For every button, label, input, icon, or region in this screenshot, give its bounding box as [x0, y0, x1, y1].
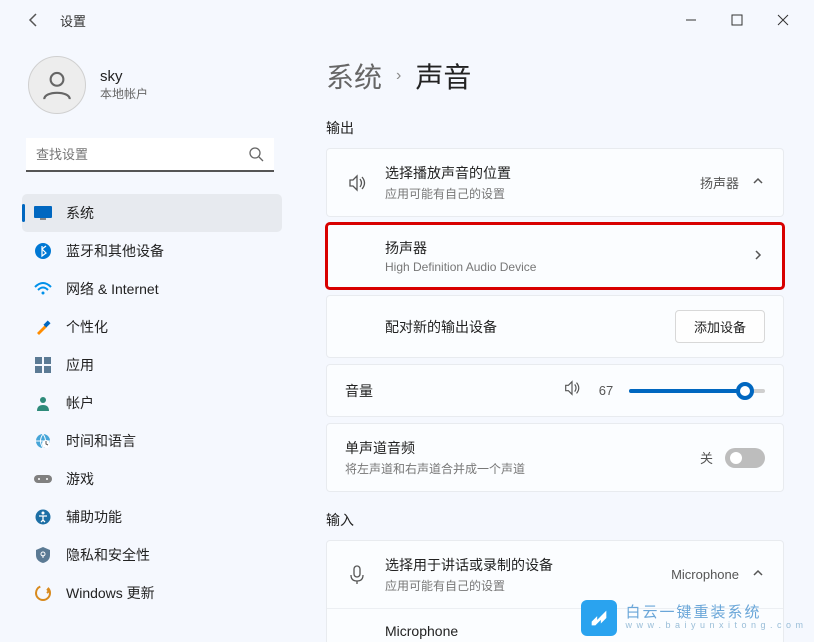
nav-personalization[interactable]: 个性化: [22, 308, 282, 346]
gamepad-icon: [34, 470, 52, 488]
app-title: 设置: [60, 11, 86, 30]
card-sub: 将左声道和右声道合并成一个声道: [345, 460, 684, 477]
accessibility-icon: [34, 508, 52, 526]
apps-icon: [34, 356, 52, 374]
card-sub: 应用可能有自己的设置: [385, 577, 655, 594]
add-device-button[interactable]: 添加设备: [675, 310, 765, 343]
nav-label: 游戏: [66, 469, 94, 489]
card-sub: 应用可能有自己的设置: [385, 185, 684, 202]
nav-label: 网络 & Internet: [66, 279, 159, 299]
chevron-right-icon: [751, 248, 765, 265]
search-icon: [248, 146, 264, 167]
nav-network[interactable]: 网络 & Internet: [22, 270, 282, 308]
nav-label: 隐私和安全性: [66, 545, 150, 565]
input-value: Microphone: [671, 567, 739, 582]
nav-accounts[interactable]: 帐户: [22, 384, 282, 422]
watermark-url: w w w . b a i y u n x i t o n g . c o m: [625, 621, 804, 631]
card-title: 选择用于讲话或录制的设备: [385, 555, 655, 575]
card-sub: High Definition Audio Device: [385, 260, 735, 274]
globe-icon: [34, 432, 52, 450]
search-box[interactable]: [26, 138, 274, 172]
volume-value: 67: [599, 383, 613, 398]
system-icon: [34, 204, 52, 222]
nav-privacy[interactable]: 隐私和安全性: [22, 536, 282, 574]
minimize-button[interactable]: [668, 0, 714, 40]
profile-sub: 本地帐户: [100, 85, 148, 102]
nav-accessibility[interactable]: 辅助功能: [22, 498, 282, 536]
nav-label: 个性化: [66, 317, 108, 337]
search-input[interactable]: [26, 138, 274, 172]
card-title: 选择播放声音的位置: [385, 163, 684, 183]
sidebar: sky 本地帐户 系统 蓝牙和其他设备 网络 & Internet 个性化 应用…: [0, 40, 290, 642]
nav-label: 辅助功能: [66, 507, 122, 527]
chevron-up-icon: [751, 174, 765, 191]
nav-label: 时间和语言: [66, 431, 136, 451]
avatar: [28, 56, 86, 114]
titlebar: 设置: [0, 0, 814, 40]
volume-slider[interactable]: [629, 389, 765, 393]
nav-windows-update[interactable]: Windows 更新: [22, 574, 282, 612]
nav-label: 系统: [66, 203, 94, 223]
nav: 系统 蓝牙和其他设备 网络 & Internet 个性化 应用 帐户 时间和语言…: [22, 194, 282, 612]
breadcrumb-parent[interactable]: 系统: [326, 56, 382, 96]
volume-card: 音量 67: [326, 364, 784, 417]
wifi-icon: [34, 280, 52, 298]
nav-label: 应用: [66, 355, 94, 375]
watermark-logo: [581, 600, 617, 636]
person-icon: [34, 394, 52, 412]
maximize-button[interactable]: [714, 0, 760, 40]
microphone-icon: [345, 565, 369, 585]
card-title: 单声道音频: [345, 438, 684, 458]
mono-toggle[interactable]: [725, 448, 765, 468]
output-section-title: 输出: [326, 118, 784, 138]
pair-device-card: 配对新的输出设备 添加设备: [326, 295, 784, 358]
nav-bluetooth[interactable]: 蓝牙和其他设备: [22, 232, 282, 270]
nav-system[interactable]: 系统: [22, 194, 282, 232]
nav-apps[interactable]: 应用: [22, 346, 282, 384]
breadcrumb-current: 声音: [415, 56, 471, 96]
speaker-icon: [345, 173, 369, 193]
bluetooth-icon: [34, 242, 52, 260]
card-title: 扬声器: [385, 238, 735, 258]
input-choose-row[interactable]: 选择用于讲话或录制的设备 应用可能有自己的设置 Microphone: [327, 541, 783, 608]
output-choose-row[interactable]: 选择播放声音的位置 应用可能有自己的设置 扬声器: [327, 149, 783, 216]
watermark: 白云一键重装系统 w w w . b a i y u n x i t o n g…: [581, 600, 804, 636]
mono-card: 单声道音频 将左声道和右声道合并成一个声道 关: [326, 423, 784, 492]
nav-time-language[interactable]: 时间和语言: [22, 422, 282, 460]
nav-gaming[interactable]: 游戏: [22, 460, 282, 498]
chevron-up-icon: [751, 566, 765, 583]
output-device-row[interactable]: 扬声器 High Definition Audio Device: [327, 224, 783, 288]
card-title: 配对新的输出设备: [385, 317, 659, 337]
output-choose-card: 选择播放声音的位置 应用可能有自己的设置 扬声器: [326, 148, 784, 217]
watermark-text: 白云一键重装系统: [625, 605, 804, 622]
close-button[interactable]: [760, 0, 806, 40]
volume-label: 音量: [345, 381, 395, 401]
output-value: 扬声器: [700, 173, 739, 192]
profile-name: sky: [100, 68, 148, 85]
chevron-right-icon: ›: [396, 67, 401, 85]
main: 系统 › 声音 输出 选择播放声音的位置 应用可能有自己的设置 扬声器: [290, 40, 814, 642]
mono-state: 关: [700, 448, 713, 467]
nav-label: 帐户: [66, 393, 94, 413]
breadcrumb: 系统 › 声音: [326, 56, 784, 96]
output-device-card: 扬声器 High Definition Audio Device: [326, 223, 784, 289]
back-button[interactable]: [24, 10, 44, 30]
nav-label: 蓝牙和其他设备: [66, 241, 164, 261]
profile[interactable]: sky 本地帐户: [22, 56, 282, 114]
speaker-icon: [563, 379, 583, 402]
nav-label: Windows 更新: [66, 583, 155, 603]
shield-icon: [34, 546, 52, 564]
brush-icon: [34, 318, 52, 336]
input-section-title: 输入: [326, 510, 784, 530]
update-icon: [34, 584, 52, 602]
